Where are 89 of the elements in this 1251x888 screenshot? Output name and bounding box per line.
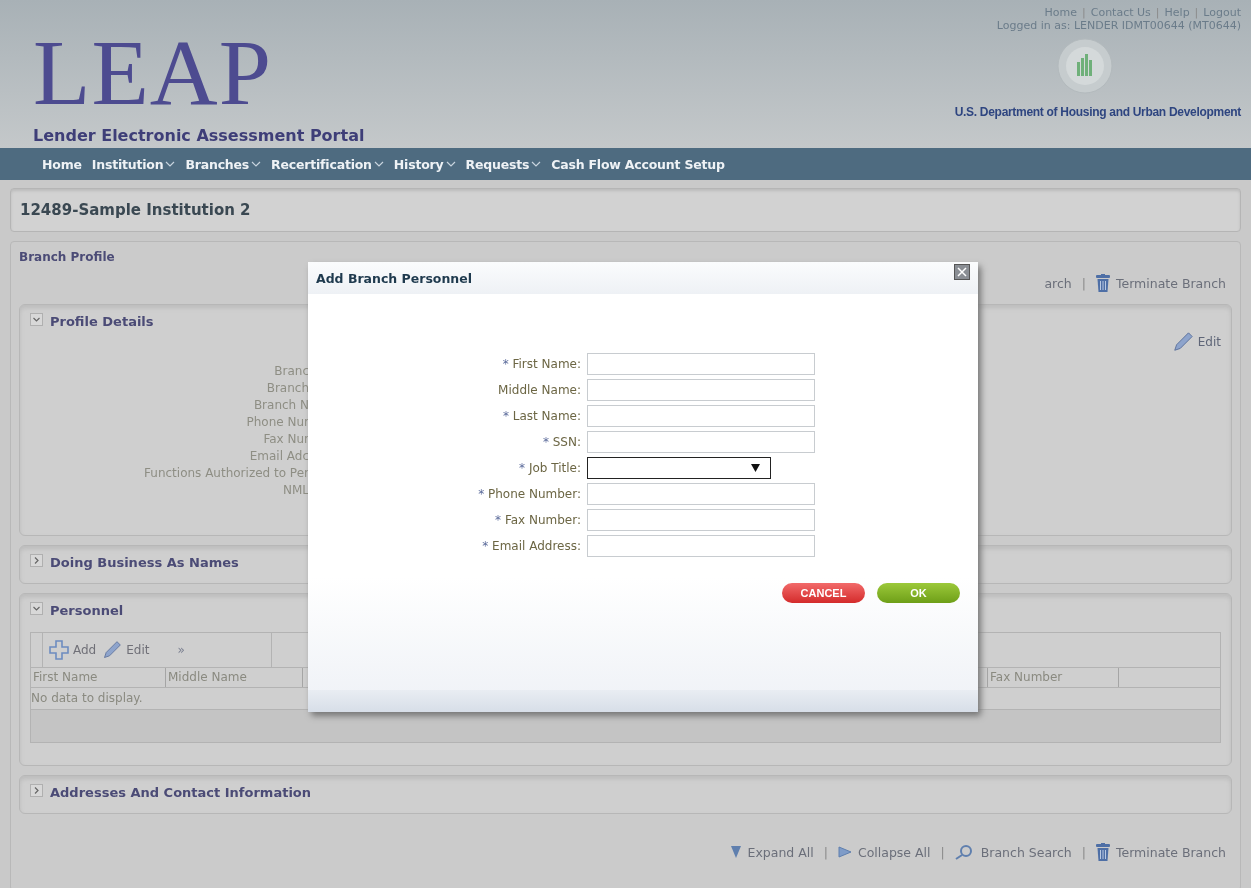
form-label: * SSN: [541,434,581,451]
collapse-toggle[interactable] [30,313,43,326]
ok-button[interactable]: OK [877,583,960,603]
portal-subtitle: Lender Electronic Assessment Portal [33,126,365,145]
edit-button[interactable]: Edit [102,640,150,660]
column-header: Middle Name [166,668,303,687]
header-link[interactable]: Home [1044,6,1077,19]
section-title: Profile Details [50,313,154,329]
chevron-down-icon [531,160,542,168]
cancel-button[interactable]: CANCEL [782,583,865,603]
triangle-down-icon [729,845,742,859]
section-title: Personnel [50,602,124,618]
dropdown-arrow-icon [751,464,760,472]
pencil-icon [1171,331,1194,353]
chevron-down-icon [165,160,176,168]
form-label: * First Name: [501,356,581,373]
nav-item[interactable]: Requests [465,156,542,172]
agency-name: U.S. Department of Housing and Urban Development [954,105,1241,119]
more-button[interactable]: » [177,643,185,657]
pencil-icon [102,640,123,660]
empty-message: No data to display. [31,690,143,706]
plus-icon [49,640,69,660]
nav-item[interactable]: Institution [91,156,176,172]
column-header: Fax Number [988,668,1119,687]
separator: | [940,844,945,860]
section-title: Doing Business As Names [50,554,239,570]
collapse-toggle[interactable] [30,602,43,615]
chevron-down-icon [445,160,456,168]
panel-title: Branch Profile [19,250,116,264]
header-link[interactable]: Logout [1203,6,1241,19]
action-link[interactable]: Expand All [747,844,814,860]
nav-item[interactable]: History [393,156,456,172]
action-link[interactable]: Collapse All [857,844,931,860]
form-label: Middle Name: [497,382,581,399]
separator: | [1081,844,1086,860]
separator: | [1194,6,1199,19]
form-label: * Fax Number: [494,512,581,529]
dialog-title: Add Branch Personnel [316,270,472,286]
edit-link[interactable]: Edit [1197,335,1221,349]
search-icon [954,844,975,860]
field-label: Branch N [253,397,309,414]
field-label: Functions Authorized to Per [144,465,309,482]
section-title: Addresses And Contact Information [50,784,312,800]
field-label: Branc [274,363,309,380]
header-link[interactable]: Contact Us [1090,6,1151,19]
header-link[interactable]: Help [1164,6,1190,19]
input-field[interactable] [587,405,815,427]
nav-item[interactable]: Branches [185,156,262,172]
expand-toggle[interactable] [30,554,43,567]
add-button[interactable]: Add [49,640,97,660]
input-field[interactable] [587,353,815,375]
login-info: Logged in as: LENDER IDMT00644 (MT0644) [996,19,1241,32]
column-header: First Name [31,668,166,687]
action-link[interactable]: arch [1044,275,1072,291]
nav-item[interactable]: Recertification [271,156,384,172]
field-label: Phone Nur [246,414,309,431]
input-field[interactable] [587,431,815,453]
field-label: NML [283,482,309,499]
nav-item[interactable]: Cash Flow Account Setup [551,156,725,172]
trash-icon [1096,274,1110,292]
triangle-right-icon [837,846,852,858]
field-label: Fax Nur [263,431,309,448]
action-link[interactable]: Terminate Branch [1116,275,1226,291]
form-label: * Phone Number: [477,486,581,503]
separator: | [1081,275,1086,291]
trash-icon [1096,843,1110,861]
chevron-down-icon [373,160,384,168]
institution-name: 12489-Sample Institution 2 [20,201,251,219]
expand-toggle[interactable] [30,784,43,797]
logo: LEAP [33,30,273,114]
field-label: Branch [266,380,309,397]
input-field[interactable] [587,535,815,557]
action-link[interactable]: Terminate Branch [1116,844,1226,860]
seal-icon [1057,38,1113,94]
separator: | [1155,6,1160,19]
close-button[interactable] [954,264,970,280]
field-label: Email Adc [249,448,309,465]
input-field[interactable] [587,483,815,505]
input-field[interactable] [587,379,815,401]
job-title-select[interactable] [587,457,771,479]
separator: | [1082,6,1086,19]
chevron-down-icon [251,160,262,168]
input-field[interactable] [587,509,815,531]
form-label: * Job Title: [518,460,581,477]
form-label: * Last Name: [501,408,581,425]
action-link[interactable]: Branch Search [980,844,1072,860]
form-label: * Email Address: [481,538,581,555]
nav-item[interactable]: Home [42,156,82,172]
separator: | [823,844,828,860]
